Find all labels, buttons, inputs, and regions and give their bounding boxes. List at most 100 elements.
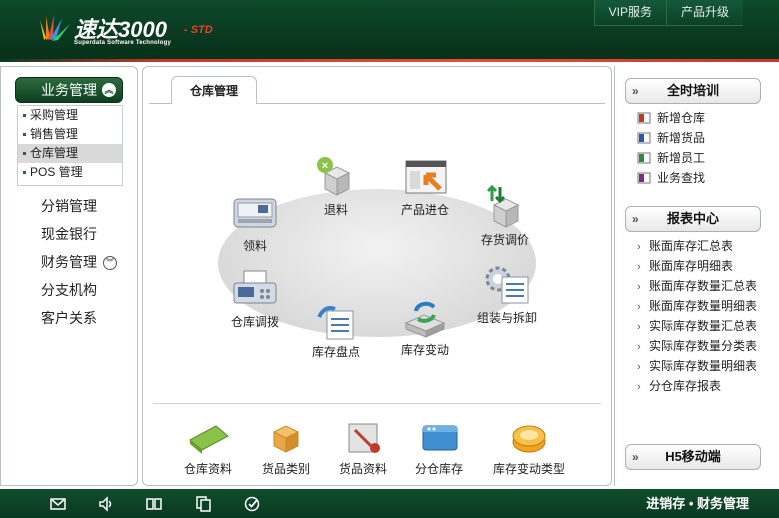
green-folder-icon xyxy=(186,420,230,456)
report-link[interactable]: › 账面库存明细表 xyxy=(637,256,757,276)
mobile-title: H5移动端 xyxy=(665,449,721,464)
report-link[interactable]: › 分仓库存报表 xyxy=(637,376,757,396)
sidebar-item-sales[interactable]: 销售管理 xyxy=(18,125,122,144)
sidebar-item-finance[interactable]: 财务管理 ︾ xyxy=(41,251,117,279)
coin-box-icon xyxy=(507,420,551,456)
flow-return-material[interactable]: × 退料 xyxy=(296,155,376,218)
training-item-label: 业务查找 xyxy=(657,171,706,185)
sidebar-group-business[interactable]: 业务管理 ︽ xyxy=(15,77,123,103)
double-chevron-icon: » xyxy=(632,212,639,226)
main-panel: 仓库管理 × 退料 产品进仓 领料 存货调价 仓库调拨 组装与拆卸 库存盘点 库… xyxy=(142,66,612,486)
speaker-icon[interactable] xyxy=(98,496,114,512)
training-item-label: 新增货品 xyxy=(657,131,706,145)
report-link[interactable]: › 账面库存数量明细表 xyxy=(637,296,757,316)
right-panel: » 全时培训 新增仓库 新增货品 新增员工 业务查找 » 报表中心 › 账面库存汇… xyxy=(614,66,779,486)
chevron-right-icon: › xyxy=(637,341,641,353)
sidebar-item-label: 财务管理 xyxy=(41,254,97,270)
blue-panel-icon xyxy=(417,420,461,456)
reports-header[interactable]: » 报表中心 xyxy=(625,206,761,232)
flow-label: 产品进仓 xyxy=(400,203,449,217)
sidebar-submenu: 采购管理 销售管理 仓库管理 POS 管理 xyxy=(17,105,123,186)
sidebar-item-crm[interactable]: 客户关系 xyxy=(41,307,117,335)
chevron-right-icon: › xyxy=(637,281,641,293)
flow-stock-count[interactable]: 库存盘点 xyxy=(296,297,376,360)
shortcut-label: 库存变动类型 xyxy=(492,462,565,476)
report-label: 实际库存数量汇总表 xyxy=(649,319,758,333)
product-upgrade-link[interactable]: 产品升级 xyxy=(665,0,743,26)
chevron-right-icon: › xyxy=(637,261,641,273)
shortcut-label: 分仓库存 xyxy=(414,462,463,476)
shortcut-branch-stock[interactable]: 分仓库存 xyxy=(399,420,479,477)
training-item-new-warehouse[interactable]: 新增仓库 xyxy=(637,108,705,128)
product-tagline: 进销存 • 财务管理 xyxy=(646,496,749,511)
report-link[interactable]: › 实际库存数量汇总表 xyxy=(637,316,757,336)
book-icon[interactable] xyxy=(146,496,162,512)
boxes-icon xyxy=(264,420,308,456)
report-link[interactable]: › 实际库存数量分类表 xyxy=(637,336,757,356)
refresh-box-icon xyxy=(400,295,450,339)
shortcut-warehouse-data[interactable]: 仓库资料 xyxy=(168,420,248,477)
report-link[interactable]: › 账面库存数量汇总表 xyxy=(637,276,757,296)
chevron-right-icon: › xyxy=(637,301,641,313)
sidebar-item-cash-bank[interactable]: 现金银行 xyxy=(41,223,117,251)
flow-label: 退料 xyxy=(323,203,348,217)
chevron-right-icon: › xyxy=(637,321,641,333)
shortcut-goods-category[interactable]: 货品类别 xyxy=(246,420,326,477)
mail-icon[interactable] xyxy=(50,496,66,512)
shortcut-label: 货品资料 xyxy=(338,462,387,476)
sidebar-item-branches[interactable]: 分支机构 xyxy=(41,279,117,307)
logo-fan-icon xyxy=(40,15,70,41)
top-nav: VIP服务 产品升级 xyxy=(593,0,743,26)
training-title: 全时培训 xyxy=(666,83,719,98)
stock-list-icon xyxy=(311,297,361,341)
report-link[interactable]: › 实际库存数量明细表 xyxy=(637,356,757,376)
brand-tagline: Superdata Software Technology xyxy=(74,40,172,46)
shortcut-stock-change-type[interactable]: 库存变动类型 xyxy=(489,420,569,477)
book-green-icon xyxy=(637,150,651,164)
flow-pick-material[interactable]: 领料 xyxy=(215,191,295,254)
sidebar: 业务管理 ︽ 采购管理 销售管理 仓库管理 POS 管理 分销管理 现金银行 财… xyxy=(0,66,138,486)
report-label: 账面库存明细表 xyxy=(649,259,734,273)
mobile-header[interactable]: » H5移动端 xyxy=(625,444,761,470)
sidebar-item-distribution[interactable]: 分销管理 xyxy=(41,195,117,223)
double-chevron-icon: » xyxy=(632,84,639,98)
flow-label: 库存盘点 xyxy=(311,345,360,359)
book-blue-icon xyxy=(637,130,651,144)
gear-list-icon xyxy=(482,263,532,307)
chevron-down-icon[interactable]: ︾ xyxy=(103,256,117,271)
app-header: 速达3000 - STD Superdata Software Technolo… xyxy=(0,0,779,62)
training-item-new-employee[interactable]: 新增员工 xyxy=(637,148,705,168)
price-adjust-icon xyxy=(480,184,530,229)
flow-label: 仓库调拨 xyxy=(230,315,279,329)
flow-warehouse-transfer[interactable]: 仓库调拨 xyxy=(215,267,295,330)
pick-device-icon xyxy=(230,191,280,235)
flow-product-inbound[interactable]: 产品进仓 xyxy=(385,155,465,218)
status-bar: 进销存 • 财务管理 xyxy=(0,489,779,518)
sidebar-item-pos[interactable]: POS 管理 xyxy=(18,163,122,182)
inbound-window-icon xyxy=(400,155,450,199)
report-label: 账面库存数量汇总表 xyxy=(649,279,758,293)
training-item-business-search[interactable]: 业务查找 xyxy=(637,168,705,188)
flow-price-adjust[interactable]: 存货调价 xyxy=(465,184,545,248)
shortcut-goods-data[interactable]: 货品资料 xyxy=(323,420,403,477)
report-link[interactable]: › 账面库存汇总表 xyxy=(637,236,757,256)
copy-icon[interactable] xyxy=(196,496,212,512)
report-label: 分仓库存报表 xyxy=(649,379,722,393)
fax-machine-icon xyxy=(230,267,280,311)
training-header[interactable]: » 全时培训 xyxy=(625,78,761,104)
training-item-label: 新增员工 xyxy=(657,151,706,165)
sidebar-item-warehouse[interactable]: 仓库管理 xyxy=(18,144,122,163)
sidebar-item-purchase[interactable]: 采购管理 xyxy=(18,106,122,125)
check-icon[interactable] xyxy=(244,496,260,512)
vip-service-link[interactable]: VIP服务 xyxy=(593,0,666,26)
training-list: 新增仓库 新增货品 新增员工 业务查找 xyxy=(637,108,705,188)
tab-warehouse[interactable]: 仓库管理 xyxy=(171,76,257,104)
svg-text:×: × xyxy=(322,160,328,172)
chevron-right-icon: › xyxy=(637,381,641,393)
training-item-new-goods[interactable]: 新增货品 xyxy=(637,128,705,148)
flow-assemble-disassemble[interactable]: 组装与拆卸 xyxy=(467,263,547,326)
flow-stock-change[interactable]: 库存变动 xyxy=(385,295,465,358)
chevron-right-icon: › xyxy=(637,361,641,373)
chevron-up-icon[interactable]: ︽ xyxy=(102,83,116,97)
flow-label: 存货调价 xyxy=(480,233,529,247)
